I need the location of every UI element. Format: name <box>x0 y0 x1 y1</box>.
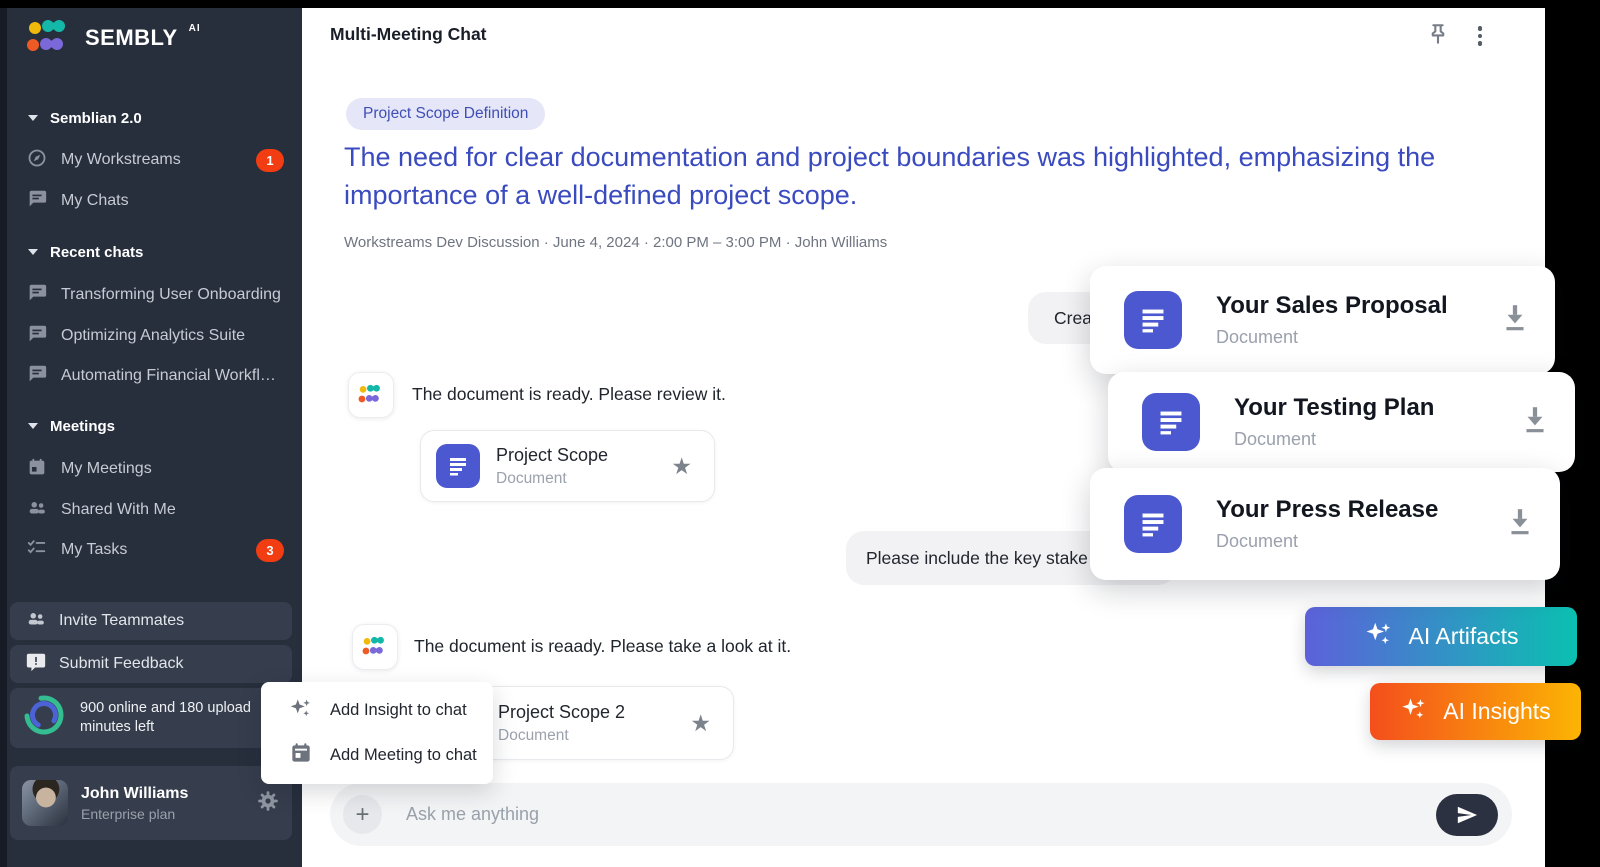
ask-input[interactable] <box>406 804 1436 825</box>
app-window: SEMBLY AI Semblian 2.0 My Workstreams 1 … <box>0 0 1600 867</box>
calendar-icon <box>288 740 314 771</box>
artifact-type: Document <box>1216 327 1448 348</box>
chevron-down-icon <box>28 249 38 255</box>
sidebar-section-recent-chats[interactable]: Recent chats <box>28 232 143 272</box>
download-icon[interactable] <box>1506 506 1534 543</box>
star-icon[interactable]: ★ <box>690 712 711 735</box>
settings-gear-icon[interactable] <box>256 789 280 818</box>
artifact-card-testing-plan[interactable]: Your Testing Plan Document <box>1108 372 1575 472</box>
sidebar-section-meetings[interactable]: Meetings <box>28 406 115 446</box>
tasks-checklist-icon <box>26 537 48 564</box>
sidebar-item-shared-with-me[interactable]: Shared With Me <box>26 490 284 530</box>
artifact-title: Your Sales Proposal <box>1216 292 1448 320</box>
artifact-card-sales-proposal[interactable]: Your Sales Proposal Document <box>1090 266 1555 374</box>
meeting-meta: Workstreams Dev Discussion · June 4, 202… <box>344 234 887 251</box>
artifact-type: Document <box>1216 531 1438 552</box>
ai-artifacts-button[interactable]: AI Artifacts <box>1305 607 1577 666</box>
sidebar-item-my-workstreams[interactable]: My Workstreams 1 <box>26 140 284 180</box>
chevron-down-icon <box>28 115 38 121</box>
sidebar: SEMBLY AI Semblian 2.0 My Workstreams 1 … <box>0 0 302 867</box>
chat-icon <box>26 323 48 350</box>
invite-teammates-button[interactable]: Invite Teammates <box>10 602 292 640</box>
user-plan: Enterprise plan <box>81 806 188 822</box>
download-icon[interactable] <box>1501 302 1529 339</box>
chat-icon <box>26 363 48 390</box>
download-icon[interactable] <box>1521 404 1549 441</box>
sidebar-item-my-meetings[interactable]: My Meetings <box>26 449 284 489</box>
tasks-badge: 3 <box>256 539 284 562</box>
sidebar-section-semblian[interactable]: Semblian 2.0 <box>28 98 142 138</box>
people-icon <box>25 608 47 635</box>
summary-headline: The need for clear documentation and pro… <box>344 138 1469 214</box>
document-icon <box>1142 393 1200 451</box>
document-title: Project Scope 2 <box>498 702 625 723</box>
attach-plus-button[interactable]: + <box>343 795 382 834</box>
topic-tag: Project Scope Definition <box>346 98 545 130</box>
document-type: Document <box>496 470 608 488</box>
document-icon <box>1124 291 1182 349</box>
bot-message: The document is ready. Please review it. <box>412 384 726 405</box>
usage-text: 900 online and 180 upload minutes left <box>80 699 281 737</box>
sidebar-recent-chat-1[interactable]: Transforming User Onboarding <box>26 275 284 315</box>
star-icon[interactable]: ★ <box>671 455 692 478</box>
artifact-title: Your Testing Plan <box>1234 394 1434 422</box>
ai-insights-button[interactable]: AI Insights <box>1370 683 1581 740</box>
sidebar-item-my-tasks[interactable]: My Tasks 3 <box>26 530 284 570</box>
artifact-title: Your Press Release <box>1216 496 1438 524</box>
document-type: Document <box>498 727 625 745</box>
menu-item-add-meeting[interactable]: Add Meeting to chat <box>261 733 493 778</box>
document-title: Project Scope <box>496 445 608 466</box>
sidebar-recent-chat-3[interactable]: Automating Financial Workflo… <box>26 356 284 396</box>
top-shadow-band <box>0 0 1600 8</box>
workstreams-badge: 1 <box>256 149 284 172</box>
sparkle-icon <box>1400 695 1428 729</box>
bot-avatar <box>348 372 394 418</box>
menu-item-add-insight[interactable]: Add Insight to chat <box>261 688 493 733</box>
chat-icon <box>26 282 48 309</box>
sidebar-recent-chat-2[interactable]: Optimizing Analytics Suite <box>26 316 284 356</box>
usage-progress-ring <box>21 692 67 744</box>
user-avatar <box>22 780 68 826</box>
bot-avatar <box>352 624 398 670</box>
artifact-type: Document <box>1234 429 1434 450</box>
app-name: SEMBLY <box>85 17 178 59</box>
document-icon <box>436 444 480 488</box>
bot-message: The document is reaady. Please take a lo… <box>414 636 791 657</box>
send-button[interactable] <box>1436 794 1498 836</box>
user-name: John Williams <box>81 785 188 803</box>
chat-icon <box>26 188 48 215</box>
sparkle-icon <box>288 695 314 726</box>
document-card-project-scope[interactable]: Project Scope Document ★ <box>420 430 715 502</box>
page-title: Multi-Meeting Chat <box>330 24 487 45</box>
compass-icon <box>26 147 48 174</box>
submit-feedback-button[interactable]: Submit Feedback <box>10 645 292 683</box>
pin-icon[interactable] <box>1424 20 1454 50</box>
usage-minutes-card: 900 online and 180 upload minutes left <box>10 688 292 748</box>
document-icon <box>1124 495 1182 553</box>
user-profile-card[interactable]: John Williams Enterprise plan <box>10 766 292 840</box>
people-icon <box>26 497 48 524</box>
composer-bar: + <box>330 783 1512 846</box>
feedback-icon <box>25 651 47 678</box>
sembly-logo-icon <box>26 17 74 64</box>
calendar-icon <box>26 456 48 483</box>
add-to-chat-context-menu: Add Insight to chat Add Meeting to chat <box>261 682 493 784</box>
app-logo[interactable]: SEMBLY AI <box>26 17 201 64</box>
sparkle-icon <box>1364 619 1394 655</box>
artifact-card-press-release[interactable]: Your Press Release Document <box>1090 468 1560 580</box>
app-name-suffix: AI <box>189 23 201 34</box>
kebab-menu-icon[interactable] <box>1470 23 1490 49</box>
sidebar-item-my-chats[interactable]: My Chats <box>26 181 284 221</box>
chevron-down-icon <box>28 423 38 429</box>
